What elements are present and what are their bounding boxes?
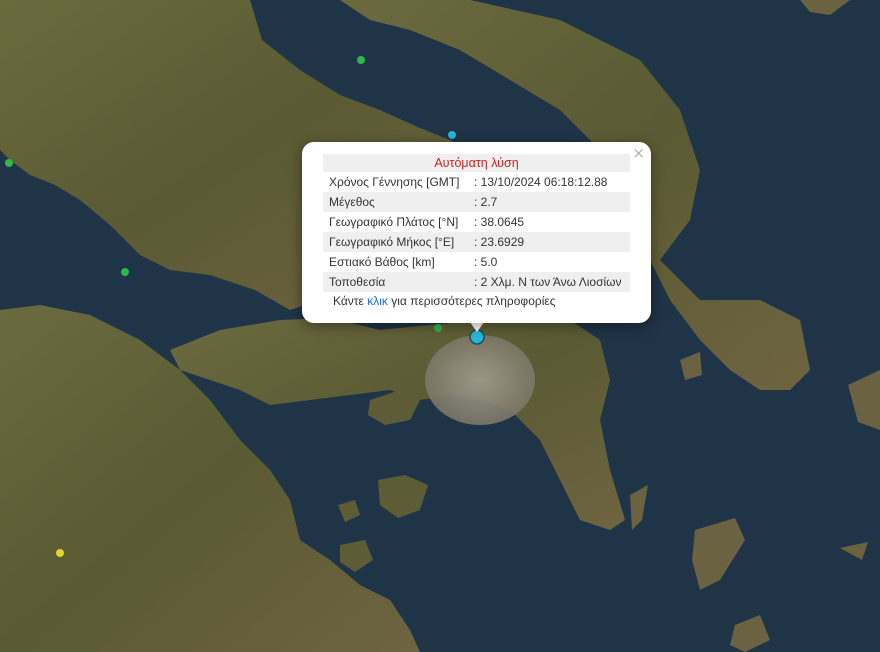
- origin-time-label: Χρόνος Γέννησης [GMT]: [329, 175, 460, 189]
- more-info-suffix: για περισσότερες πληροφορίες: [387, 294, 556, 308]
- quake-marker[interactable]: [5, 159, 13, 167]
- origin-time-value: : 13/10/2024 06:18:12.88: [474, 175, 608, 189]
- depth-label: Εστιακό Βάθος [km]: [329, 255, 435, 269]
- longitude-value: : 23.6929: [474, 232, 630, 252]
- table-row: Μέγεθος : 2.7: [323, 192, 630, 212]
- magnitude-label: Μέγεθος: [323, 192, 474, 212]
- satellite-map[interactable]: [0, 0, 880, 652]
- quake-marker[interactable]: [56, 549, 64, 557]
- quake-marker[interactable]: [121, 268, 129, 276]
- location-value: : 2 Χλμ. Ν των Άνω Λιοσίων: [474, 272, 630, 292]
- table-row: Τοποθεσία : 2 Χλμ. Ν των Άνω Λιοσίων: [323, 272, 630, 292]
- urban-athens: [425, 335, 535, 425]
- latitude-value: : 38.0645: [474, 215, 525, 229]
- table-row: Χρόνος Γέννησης [GMT] : 13/10/2024 06:18…: [323, 172, 630, 192]
- table-row: Γεωγραφικό Μήκος [°E] : 23.6929: [323, 232, 630, 252]
- quake-marker[interactable]: [357, 56, 365, 64]
- more-info-prefix: Κάντε: [333, 294, 368, 308]
- more-info-line: Κάντε κλικ για περισσότερες πληροφορίες: [323, 292, 630, 310]
- close-icon[interactable]: ×: [632, 145, 645, 161]
- latitude-label: Γεωγραφικό Πλάτος [°N]: [329, 215, 459, 229]
- table-row: Εστιακό Βάθος [km] : 5.0: [323, 252, 630, 272]
- quake-marker[interactable]: [434, 324, 442, 332]
- quake-marker[interactable]: [448, 131, 456, 139]
- location-label: Τοποθεσία: [323, 272, 474, 292]
- longitude-label: Γεωγραφικό Μήκος [°E]: [323, 232, 474, 252]
- magnitude-value: : 2.7: [474, 192, 630, 212]
- quake-details-table: Χρόνος Γέννησης [GMT] : 13/10/2024 06:18…: [323, 172, 630, 292]
- quake-info-popup: × Αυτόματη λύση Χρόνος Γέννησης [GMT] : …: [302, 142, 651, 323]
- depth-value: : 5.0: [474, 255, 498, 269]
- more-info-link[interactable]: κλικ: [367, 294, 388, 308]
- popup-title: Αυτόματη λύση: [323, 154, 630, 172]
- selected-quake-marker[interactable]: [469, 329, 485, 345]
- table-row: Γεωγραφικό Πλάτος [°N] : 38.0645: [323, 212, 630, 232]
